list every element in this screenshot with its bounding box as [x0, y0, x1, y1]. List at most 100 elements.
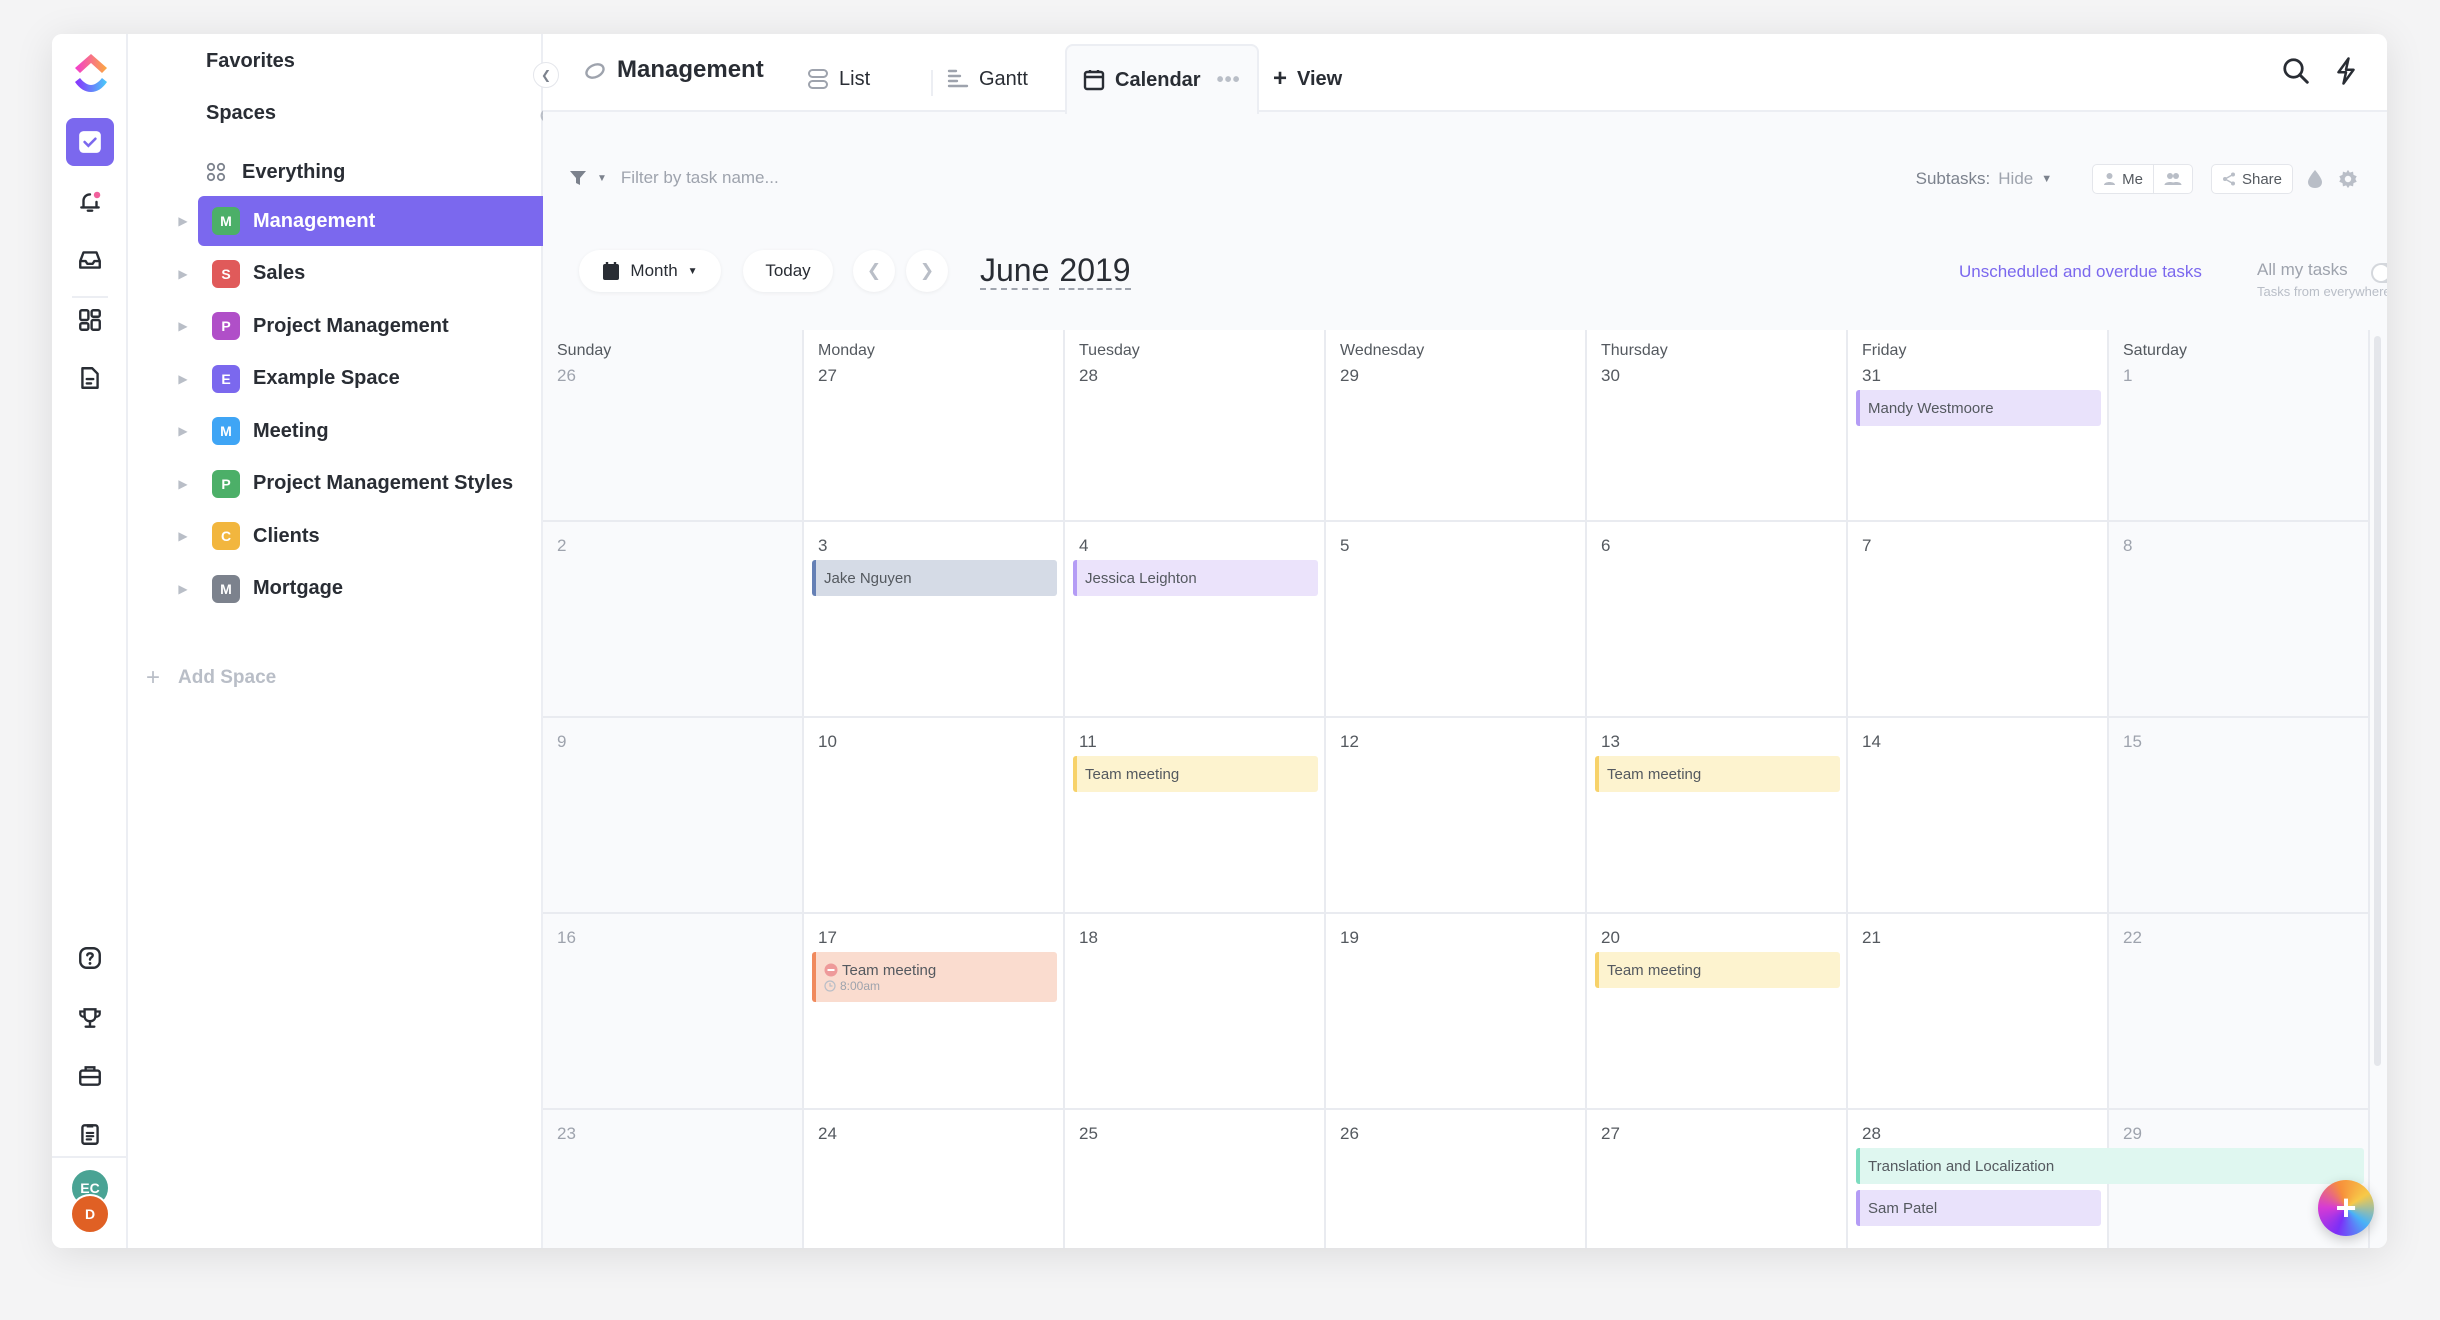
calendar-day-cell[interactable]: Saturday 1	[2109, 330, 2370, 522]
expand-caret-icon[interactable]: ▶	[170, 319, 196, 333]
rail-inbox-button[interactable]	[66, 236, 114, 284]
rail-goals-button[interactable]	[66, 994, 114, 1042]
calendar-event[interactable]: Translation and Localization	[1856, 1148, 2364, 1184]
color-drop-icon[interactable]	[2307, 169, 2323, 189]
sidebar-item-space[interactable]: ▶ E Example Space	[170, 354, 524, 404]
prev-month-button[interactable]: ❮	[853, 250, 895, 292]
assignees-button[interactable]	[2152, 165, 2192, 193]
sidebar-item-everything[interactable]: Everything	[206, 154, 345, 190]
automation-bolt-icon[interactable]	[2333, 56, 2359, 86]
rail-docs-button[interactable]	[66, 354, 114, 402]
expand-caret-icon[interactable]: ▶	[170, 529, 196, 543]
clickup-logo-icon[interactable]	[71, 50, 111, 98]
rail-tasks-button[interactable]	[66, 118, 114, 166]
next-month-button[interactable]: ❯	[906, 250, 948, 292]
rail-notifications-button[interactable]	[66, 178, 114, 226]
calendar-day-cell[interactable]: 25	[1065, 1110, 1326, 1248]
calendar-day-cell[interactable]: 2	[543, 522, 804, 718]
calendar-day-cell[interactable]: 3	[804, 522, 1065, 718]
spaces-heading[interactable]: Spaces	[206, 102, 276, 125]
calendar-event[interactable]: Jake Nguyen	[812, 560, 1057, 596]
search-icon[interactable]	[2281, 56, 2311, 86]
calendar-day-cell[interactable]: 20	[1587, 914, 1848, 1110]
add-space-button[interactable]: + Add Space	[146, 664, 276, 692]
calendar-day-cell[interactable]: 6	[1587, 522, 1848, 718]
more-options-icon[interactable]: •••	[1217, 69, 1241, 92]
tab-list[interactable]: List	[807, 46, 870, 112]
calendar-event[interactable]: Jessica Leighton	[1073, 560, 1318, 596]
calendar-event[interactable]: Team meeting	[1073, 756, 1318, 792]
calendar-day-cell[interactable]: 11	[1065, 718, 1326, 914]
sidebar-item-space[interactable]: ▶ P Project Management Styles	[170, 459, 524, 509]
calendar-day-cell[interactable]: Monday 27	[804, 330, 1065, 522]
expand-caret-icon[interactable]: ▶	[170, 214, 196, 228]
subtasks-dropdown[interactable]: Subtasks: Hide ▼	[1916, 169, 2053, 189]
calendar-day-cell[interactable]: 10	[804, 718, 1065, 914]
calendar-day-cell[interactable]: 5	[1326, 522, 1587, 718]
expand-caret-icon[interactable]: ▶	[170, 267, 196, 281]
avatar[interactable]: D	[70, 1194, 110, 1234]
month-year-picker[interactable]: June 2019	[980, 252, 1131, 290]
me-filter-button[interactable]: Me	[2093, 165, 2153, 193]
sidebar-item-space[interactable]: ▶ M Mortgage	[170, 564, 524, 614]
expand-caret-icon[interactable]: ▶	[170, 582, 196, 596]
page-title[interactable]: Management	[583, 56, 764, 84]
calendar-day-cell[interactable]: Tuesday 28	[1065, 330, 1326, 522]
calendar-day-cell[interactable]: 23	[543, 1110, 804, 1248]
tab-calendar[interactable]: Calendar •••	[1065, 44, 1259, 114]
expand-caret-icon[interactable]: ▶	[170, 372, 196, 386]
calendar-day-cell[interactable]: 7	[1848, 522, 2109, 718]
year-label[interactable]: 2019	[1059, 252, 1131, 290]
calendar-day-cell[interactable]: 27	[1587, 1110, 1848, 1248]
rail-clipboard-button[interactable]	[66, 1110, 114, 1158]
calendar-day-cell[interactable]: 22	[2109, 914, 2370, 1110]
sidebar-item-space[interactable]: ▶ S Sales	[170, 249, 524, 299]
calendar-event[interactable]: Team meeting 8:00am	[812, 952, 1057, 1002]
calendar-event[interactable]: Mandy Westmoore	[1856, 390, 2101, 426]
quick-create-button[interactable]: +	[2318, 1180, 2374, 1236]
calendar-day-cell[interactable]: 26	[1326, 1110, 1587, 1248]
view-mode-dropdown[interactable]: Month ▼	[579, 250, 721, 292]
share-button[interactable]: Share	[2210, 164, 2293, 194]
calendar-day-cell[interactable]: 17	[804, 914, 1065, 1110]
add-view-button[interactable]: + View	[1273, 46, 1342, 112]
rail-help-button[interactable]	[66, 934, 114, 982]
calendar-day-cell[interactable]: 4	[1065, 522, 1326, 718]
unscheduled-tasks-link[interactable]: Unscheduled and overdue tasks	[1959, 262, 2202, 282]
calendar-day-cell[interactable]: 16	[543, 914, 804, 1110]
calendar-day-cell[interactable]: 19	[1326, 914, 1587, 1110]
collapse-sidebar-button[interactable]: ❮	[533, 62, 559, 88]
calendar-day-cell[interactable]: 21	[1848, 914, 2109, 1110]
rail-dashboards-button[interactable]	[66, 296, 114, 344]
today-button[interactable]: Today	[743, 250, 833, 292]
calendar-event[interactable]: Team meeting	[1595, 756, 1840, 792]
calendar-scrollbar[interactable]	[2374, 336, 2381, 1066]
calendar-event[interactable]: Team meeting	[1595, 952, 1840, 988]
calendar-day-cell[interactable]: Sunday 26	[543, 330, 804, 522]
expand-caret-icon[interactable]: ▶	[170, 424, 196, 438]
sidebar-item-space[interactable]: ▶ P Project Management	[170, 301, 524, 351]
calendar-day-cell[interactable]: Friday 31	[1848, 330, 2109, 522]
all-my-tasks-toggle[interactable]	[2371, 263, 2387, 283]
month-label[interactable]: June	[980, 252, 1050, 290]
filter-input[interactable]: ▼ Filter by task name...	[569, 168, 779, 188]
tab-gantt[interactable]: Gantt	[947, 46, 1028, 112]
favorites-heading[interactable]: Favorites	[206, 50, 295, 73]
calendar-day-cell[interactable]: Wednesday 29	[1326, 330, 1587, 522]
sidebar-item-space[interactable]: ▶ M Management	[170, 196, 554, 246]
sidebar-item-space[interactable]: ▶ C Clients	[170, 511, 524, 561]
rail-portfolio-button[interactable]	[66, 1052, 114, 1100]
calendar-day-cell[interactable]: 15	[2109, 718, 2370, 914]
calendar-day-cell[interactable]: 13	[1587, 718, 1848, 914]
calendar-day-cell[interactable]: 14	[1848, 718, 2109, 914]
calendar-day-cell[interactable]: 8	[2109, 522, 2370, 718]
calendar-day-cell[interactable]: 12	[1326, 718, 1587, 914]
sidebar-item-space[interactable]: ▶ M Meeting	[170, 406, 524, 456]
calendar-day-cell[interactable]: Thursday 30	[1587, 330, 1848, 522]
calendar-event[interactable]: Sam Patel	[1856, 1190, 2101, 1226]
expand-caret-icon[interactable]: ▶	[170, 477, 196, 491]
calendar-day-cell[interactable]: 24	[804, 1110, 1065, 1248]
settings-gear-icon[interactable]	[2337, 168, 2359, 190]
calendar-day-cell[interactable]: 9	[543, 718, 804, 914]
calendar-day-cell[interactable]: 18	[1065, 914, 1326, 1110]
